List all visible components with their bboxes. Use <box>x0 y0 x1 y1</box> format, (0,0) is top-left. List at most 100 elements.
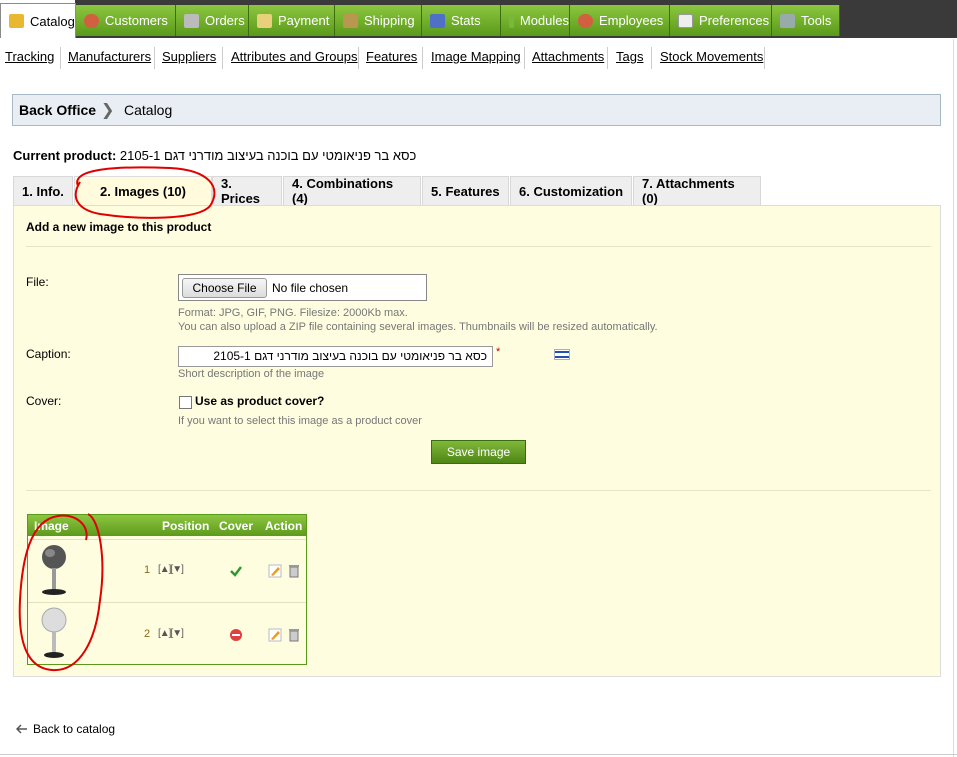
tab-tools[interactable]: Tools <box>772 5 840 36</box>
submenu-separator <box>154 47 155 69</box>
tab-images[interactable]: 2. Images (10) <box>74 176 212 205</box>
submenu-suppliers[interactable]: Suppliers <box>162 49 216 64</box>
cover-label: Cover: <box>26 394 62 408</box>
folder-icon <box>9 14 24 28</box>
tab-features[interactable]: 5. Features <box>422 176 509 205</box>
tab-catalog[interactable]: Catalog <box>0 3 76 38</box>
tab-prices[interactable]: 3. Prices <box>212 176 282 206</box>
save-image-button[interactable]: Save image <box>431 440 526 464</box>
no-file-text: No file chosen <box>272 281 349 295</box>
file-label: File: <box>26 275 49 289</box>
image-table: Image Position Cover Action 1 [▲][▼] 2 [… <box>27 514 307 665</box>
edit-icon[interactable] <box>268 628 282 642</box>
breadcrumb: Back Office ❯ Catalog <box>12 94 941 126</box>
caption-input[interactable]: כסא בר פניאומטי עם בוכנה בעיצוב מודרני ד… <box>178 346 493 367</box>
divider <box>26 246 931 247</box>
tab-shipping[interactable]: Shipping <box>335 5 422 36</box>
tab-employees-label: Employees <box>599 13 664 28</box>
header-action: Action <box>265 519 303 533</box>
submenu-manufacturers[interactable]: Manufacturers <box>68 49 151 64</box>
tab-shipping-label: Shipping <box>364 13 415 28</box>
cover-checkbox[interactable] <box>179 396 192 409</box>
product-thumbnail-dark[interactable] <box>32 542 76 598</box>
submenu-attachments[interactable]: Attachments <box>532 49 604 64</box>
submenu-separator <box>651 47 652 69</box>
employee-icon <box>578 13 593 28</box>
payment-icon <box>257 13 272 28</box>
puzzle-icon <box>509 13 514 28</box>
table-row: 1 [▲][▼] <box>28 539 306 601</box>
product-thumbnail-white[interactable] <box>32 605 76 661</box>
submenu-separator <box>764 47 765 69</box>
tab-stats[interactable]: Stats <box>422 5 501 36</box>
main-menu: Catalog Customers Orders Payment Shippin… <box>0 0 957 38</box>
tab-employees[interactable]: Employees <box>570 5 670 36</box>
header-cover: Cover <box>219 519 254 533</box>
back-to-catalog-label: Back to catalog <box>33 722 116 736</box>
current-product-label: Current product: <box>13 148 117 163</box>
edit-icon[interactable] <box>268 564 282 578</box>
tab-stats-label: Stats <box>451 13 481 28</box>
submenu-stock-movements[interactable]: Stock Movements <box>660 49 763 64</box>
image-table-header: Image Position Cover Action <box>28 515 306 536</box>
preferences-icon <box>678 13 693 28</box>
tab-info[interactable]: 1. Info. <box>13 176 73 205</box>
tab-customization[interactable]: 6. Customization <box>510 176 632 205</box>
submenu-image-mapping[interactable]: Image Mapping <box>431 49 521 64</box>
required-mark: * <box>496 346 501 358</box>
catalog-submenu: Tracking Manufacturers Suppliers Attribu… <box>0 39 957 73</box>
caption-hint: Short description of the image <box>178 368 325 380</box>
tab-attachments[interactable]: 7. Attachments (0) <box>633 176 761 206</box>
breadcrumb-back-office[interactable]: Back Office <box>19 102 96 118</box>
tab-payment-label: Payment <box>278 13 330 28</box>
delete-icon[interactable] <box>288 564 300 578</box>
delete-icon[interactable] <box>288 628 300 642</box>
tab-tools-label: Tools <box>801 13 832 28</box>
submenu-features[interactable]: Features <box>366 49 417 64</box>
truck-icon <box>343 13 358 28</box>
tab-orders-label: Orders <box>205 13 245 28</box>
current-product: Current product: כסא בר פניאומטי עם בוכנ… <box>13 148 416 163</box>
israel-flag-icon[interactable] <box>554 349 570 360</box>
choose-file-button[interactable]: Choose File <box>182 278 267 298</box>
tab-customers[interactable]: Customers <box>76 5 176 36</box>
divider <box>26 490 931 491</box>
submenu-separator <box>358 47 359 69</box>
header-position: Position <box>162 519 210 533</box>
cover-checkbox-label[interactable]: Use as product cover? <box>195 394 324 408</box>
position-value: 2 <box>144 628 151 640</box>
submenu-attributes-groups[interactable]: Attributes and Groups <box>231 49 357 64</box>
table-row: 2 [▲][▼] <box>28 602 306 664</box>
current-product-name: כסא בר פניאומטי עם בוכנה בעיצוב מודרני ד… <box>119 148 417 163</box>
file-input[interactable]: Choose File No file chosen <box>178 274 427 301</box>
submenu-separator <box>222 47 223 69</box>
back-to-catalog-link[interactable]: Back to catalog <box>16 722 115 736</box>
tab-catalog-label: Catalog <box>30 13 75 29</box>
submenu-tags[interactable]: Tags <box>616 49 643 64</box>
cart-icon <box>184 13 199 28</box>
tab-customers-label: Customers <box>105 13 168 28</box>
tab-modules[interactable]: Modules <box>501 5 570 36</box>
position-arrows[interactable]: [▲][▼] <box>158 564 184 575</box>
check-icon <box>230 566 242 577</box>
tab-preferences[interactable]: Preferences <box>670 5 772 36</box>
tab-modules-label: Modules <box>519 13 569 28</box>
submenu-separator <box>524 47 525 69</box>
caption-label: Caption: <box>26 347 71 361</box>
submenu-tracking[interactable]: Tracking <box>5 49 54 64</box>
tab-payment[interactable]: Payment <box>249 5 335 36</box>
tab-combinations[interactable]: 4. Combinations (4) <box>283 176 421 206</box>
no-entry-icon[interactable] <box>229 628 243 642</box>
tab-orders[interactable]: Orders <box>176 5 249 36</box>
tab-preferences-label: Preferences <box>699 13 770 28</box>
breadcrumb-arrow-icon: ❯ <box>101 102 115 119</box>
wrench-icon <box>780 13 795 28</box>
position-arrows[interactable]: [▲][▼] <box>158 628 184 639</box>
chart-icon <box>430 13 445 28</box>
images-panel: Add a new image to this product File: Ch… <box>13 205 941 677</box>
breadcrumb-catalog: Catalog <box>124 102 173 118</box>
page-border <box>0 754 957 755</box>
header-image: Image <box>34 519 69 533</box>
position-value: 1 <box>144 564 151 576</box>
page-border <box>953 39 954 757</box>
